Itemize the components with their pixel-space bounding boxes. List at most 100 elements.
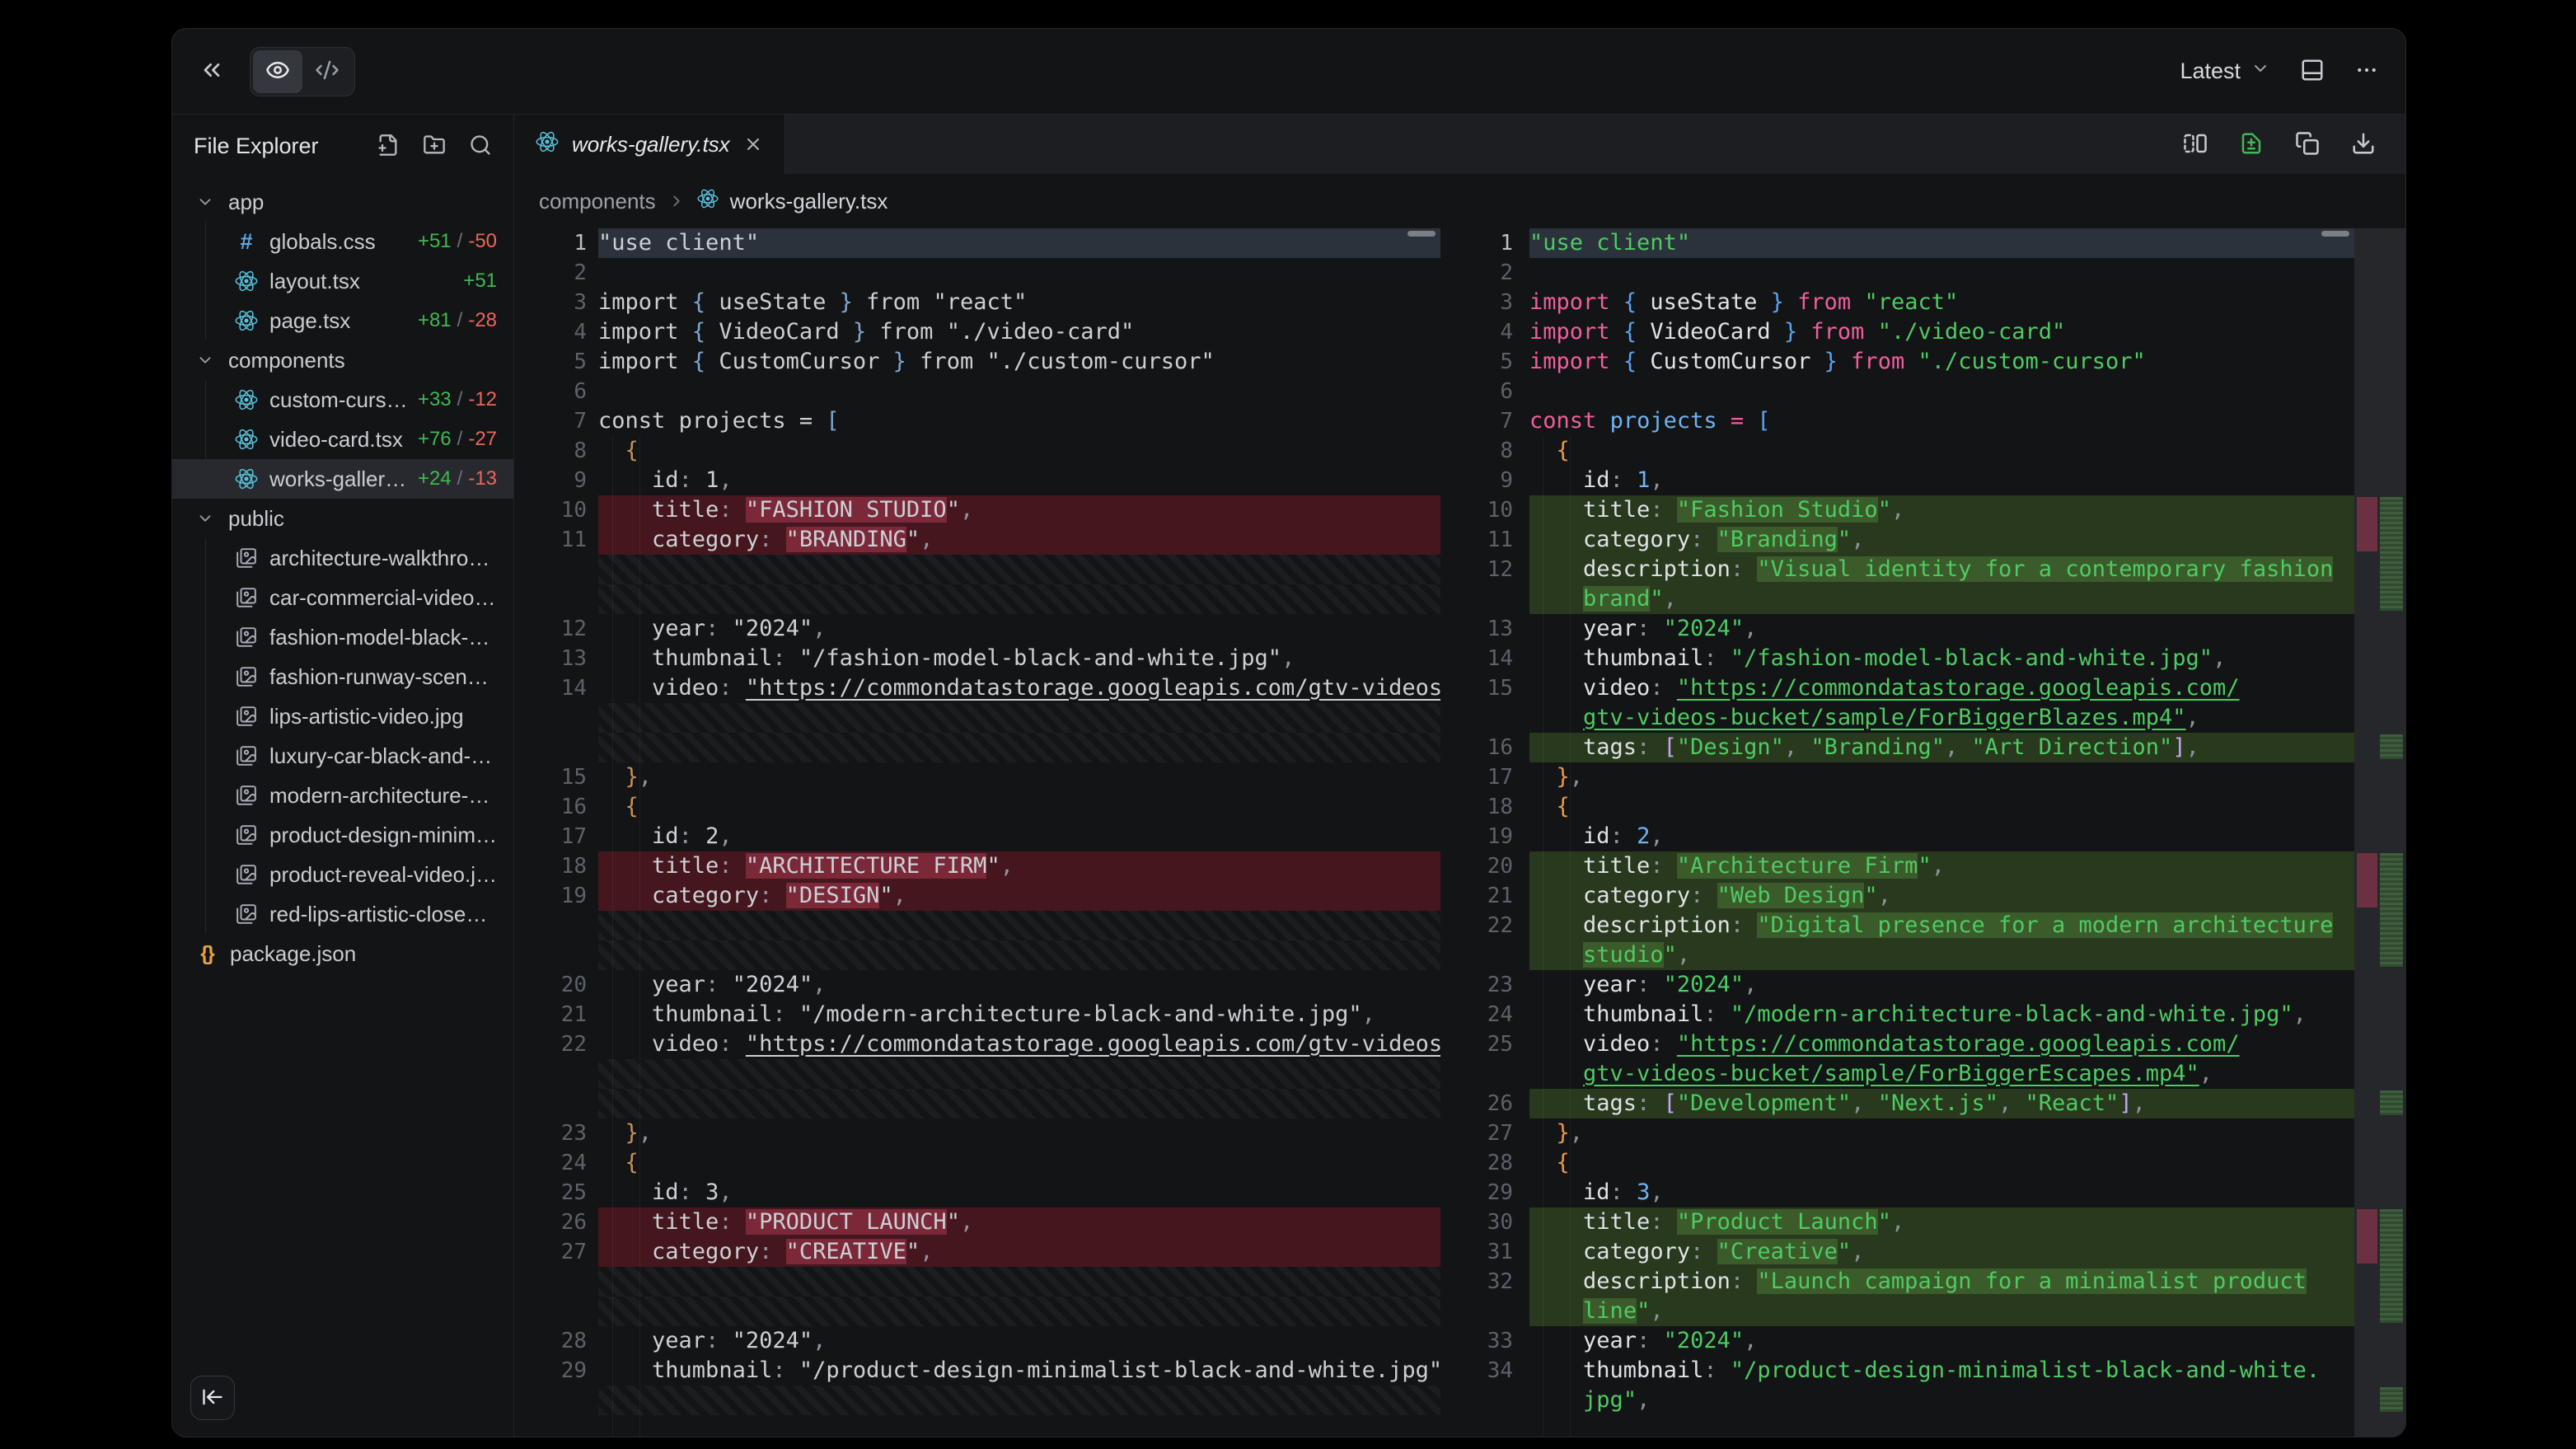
close-tab-icon[interactable] (743, 134, 763, 154)
more-options-button[interactable] (2354, 58, 2379, 85)
scrollbar-thumb[interactable] (1407, 231, 1436, 237)
collapse-panel-button[interactable] (199, 57, 225, 86)
code-line-new-8[interactable]: 8 { (1480, 436, 2354, 466)
code-line-new-2[interactable]: 2 (1480, 258, 2354, 288)
code-line-new-18[interactable]: 18 { (1480, 792, 2354, 822)
code-line-new-5[interactable]: 5import { CustomCursor } from "./custom-… (1480, 347, 2354, 377)
code-line-new-wrap-24[interactable]: studio", (1480, 940, 2354, 970)
code-line-new-33[interactable]: 33 year: "2024", (1480, 1326, 2354, 1356)
code-line-old-3[interactable]: 3import { useState } from "react" (514, 288, 1440, 317)
sidebar-item-public[interactable]: public (172, 499, 513, 538)
code-line-new-19[interactable]: 19 id: 2, (1480, 822, 2354, 851)
code-line-new-22[interactable]: 22 description: "Digital presence for a … (1480, 911, 2354, 940)
code-line-new-29[interactable]: 29 id: 3, (1480, 1178, 2354, 1208)
diff-gap-old-36[interactable] (514, 1297, 1440, 1326)
breadcrumb-folder[interactable]: components (539, 189, 656, 214)
code-line-new-16[interactable]: 16 tags: ["Design", "Branding", "Art Dir… (1480, 733, 2354, 762)
code-line-old-8[interactable]: 8 { (514, 436, 1440, 466)
code-line-new-9[interactable]: 9 id: 1, (1480, 466, 2354, 495)
code-line-new-wrap-36[interactable]: line", (1480, 1297, 2354, 1326)
sidebar-item-lips-artistic-video-jpg[interactable]: lips-artistic-video.jpg (172, 696, 513, 736)
diff-gap-old-28[interactable] (514, 1059, 1440, 1089)
code-line-old-1[interactable]: 1"use client" (514, 228, 1440, 258)
code-line-old-21[interactable]: 21 thumbnail: "/modern-architecture-blac… (514, 1000, 1440, 1029)
sidebar-item-app[interactable]: app (172, 182, 513, 222)
code-line-old-5[interactable]: 5import { CustomCursor } from "./custom-… (514, 347, 1440, 377)
code-line-old-22[interactable]: 22 video: "https://commondatastorage.goo… (514, 1029, 1440, 1059)
sidebar-item-luxury-car-black-and[interactable]: luxury-car-black-and-… (172, 736, 513, 776)
download-button[interactable] (2351, 131, 2376, 158)
code-line-new-10[interactable]: 10 title: "Fashion Studio", (1480, 495, 2354, 525)
panel-bottom-button[interactable] (2300, 58, 2325, 85)
diff-gap-old-11[interactable] (514, 555, 1440, 584)
code-line-new-1[interactable]: 1"use client" (1480, 228, 2354, 258)
sidebar-item-red-lips-artistic-close[interactable]: red-lips-artistic-close… (172, 894, 513, 934)
code-line-new-4[interactable]: 4import { VideoCard } from "./video-card… (1480, 317, 2354, 347)
code-line-new-17[interactable]: 17 }, (1480, 762, 2354, 792)
code-line-new-30[interactable]: 30 title: "Product Launch", (1480, 1208, 2354, 1237)
diff-gap-old-29[interactable] (514, 1089, 1440, 1118)
sidebar-item-components[interactable]: components (172, 340, 513, 380)
diff-view-button[interactable] (2239, 131, 2264, 158)
new-file-button[interactable] (377, 134, 400, 159)
search-files-button[interactable] (469, 134, 492, 159)
code-line-old-26[interactable]: 26 title: "PRODUCT LAUNCH", (514, 1208, 1440, 1237)
sidebar-item-page-tsx[interactable]: page.tsx+81/-28 (172, 301, 513, 340)
sidebar-item-works-galler[interactable]: works-galler…+24/-13 (172, 459, 513, 499)
sidebar-item-product-reveal-video-j[interactable]: product-reveal-video.j… (172, 855, 513, 894)
sidebar-item-layout-tsx[interactable]: layout.tsx+51 (172, 261, 513, 301)
sidebar-item-fashion-model-black[interactable]: fashion-model-black-… (172, 617, 513, 657)
scrollbar-thumb[interactable] (2321, 231, 2349, 237)
code-line-old-15[interactable]: 15 }, (514, 762, 1440, 792)
code-line-old-19[interactable]: 19 category: "DESIGN", (514, 881, 1440, 911)
code-toggle-button[interactable] (302, 50, 352, 93)
code-line-new-34[interactable]: 34 thumbnail: "/product-design-minimalis… (1480, 1356, 2354, 1386)
code-line-old-20[interactable]: 20 year: "2024", (514, 970, 1440, 1000)
diff-gap-old-35[interactable] (514, 1267, 1440, 1297)
copy-button[interactable] (2295, 131, 2320, 158)
diff-gap-old-17[interactable] (514, 733, 1440, 762)
code-line-new-7[interactable]: 7const projects = [ (1480, 406, 2354, 436)
code-line-new-15[interactable]: 15 video: "https://commondatastorage.goo… (1480, 673, 2354, 703)
code-line-old-25[interactable]: 25 id: 3, (514, 1178, 1440, 1208)
code-line-new-25[interactable]: 25 video: "https://commondatastorage.goo… (1480, 1029, 2354, 1059)
code-line-new-12[interactable]: 12 description: "Visual identity for a c… (1480, 555, 2354, 584)
code-line-old-16[interactable]: 16 { (514, 792, 1440, 822)
code-line-old-23[interactable]: 23 }, (514, 1118, 1440, 1148)
code-line-new-21[interactable]: 21 category: "Web Design", (1480, 881, 2354, 911)
sidebar-item-package-json[interactable]: {}package.json (172, 934, 513, 973)
code-line-old-7[interactable]: 7const projects = [ (514, 406, 1440, 436)
sidebar-item-custom-curs[interactable]: custom-curs…+33/-12 (172, 380, 513, 420)
code-line-new-24[interactable]: 24 thumbnail: "/modern-architecture-blac… (1480, 1000, 2354, 1029)
sidebar-item-globals-css[interactable]: #globals.css+51/-50 (172, 222, 513, 261)
code-line-old-6[interactable]: 6 (514, 377, 1440, 406)
code-line-old-29[interactable]: 29 thumbnail: "/product-design-minimalis… (514, 1356, 1440, 1386)
sidebar-item-fashion-runway-scen[interactable]: fashion-runway-scen… (172, 657, 513, 696)
code-line-old-9[interactable]: 9 id: 1, (514, 466, 1440, 495)
code-line-new-26[interactable]: 26 tags: ["Development", "Next.js", "Rea… (1480, 1089, 2354, 1118)
diff-gap-old-39[interactable] (514, 1386, 1440, 1415)
diff-gap-old-16[interactable] (514, 703, 1440, 733)
code-line-old-24[interactable]: 24 { (514, 1148, 1440, 1178)
code-line-new-31[interactable]: 31 category: "Creative", (1480, 1237, 2354, 1267)
sidebar-item-car-commercial-video[interactable]: car-commercial-video… (172, 578, 513, 617)
diff-gap-old-23[interactable] (514, 911, 1440, 940)
code-line-new-wrap-28[interactable]: gtv-videos-bucket/sample/ForBiggerEscape… (1480, 1059, 2354, 1089)
code-line-old-14[interactable]: 14 video: "https://commondatastorage.goo… (514, 673, 1440, 703)
diff-gap-old-24[interactable] (514, 940, 1440, 970)
code-line-new-28[interactable]: 28 { (1480, 1148, 2354, 1178)
code-line-old-13[interactable]: 13 thumbnail: "/fashion-model-black-and-… (514, 644, 1440, 673)
version-dropdown[interactable]: Latest (2180, 59, 2270, 84)
sidebar-item-video-card-tsx[interactable]: video-card.tsx+76/-27 (172, 420, 513, 459)
diff-gap-old-12[interactable] (514, 584, 1440, 614)
code-line-old-11[interactable]: 11 category: "BRANDING", (514, 525, 1440, 555)
code-line-old-18[interactable]: 18 title: "ARCHITECTURE FIRM", (514, 851, 1440, 881)
tab-works-gallery[interactable]: works-gallery.tsx (514, 115, 785, 174)
code-line-old-2[interactable]: 2 (514, 258, 1440, 288)
preview-toggle-button[interactable] (253, 50, 302, 93)
code-line-new-wrap-39[interactable]: jpg", (1480, 1386, 2354, 1415)
code-line-new-27[interactable]: 27 }, (1480, 1118, 2354, 1148)
sidebar-item-product-design-minim[interactable]: product-design-minim… (172, 815, 513, 855)
code-line-new-3[interactable]: 3import { useState } from "react" (1480, 288, 2354, 317)
code-line-new-13[interactable]: 13 year: "2024", (1480, 614, 2354, 644)
